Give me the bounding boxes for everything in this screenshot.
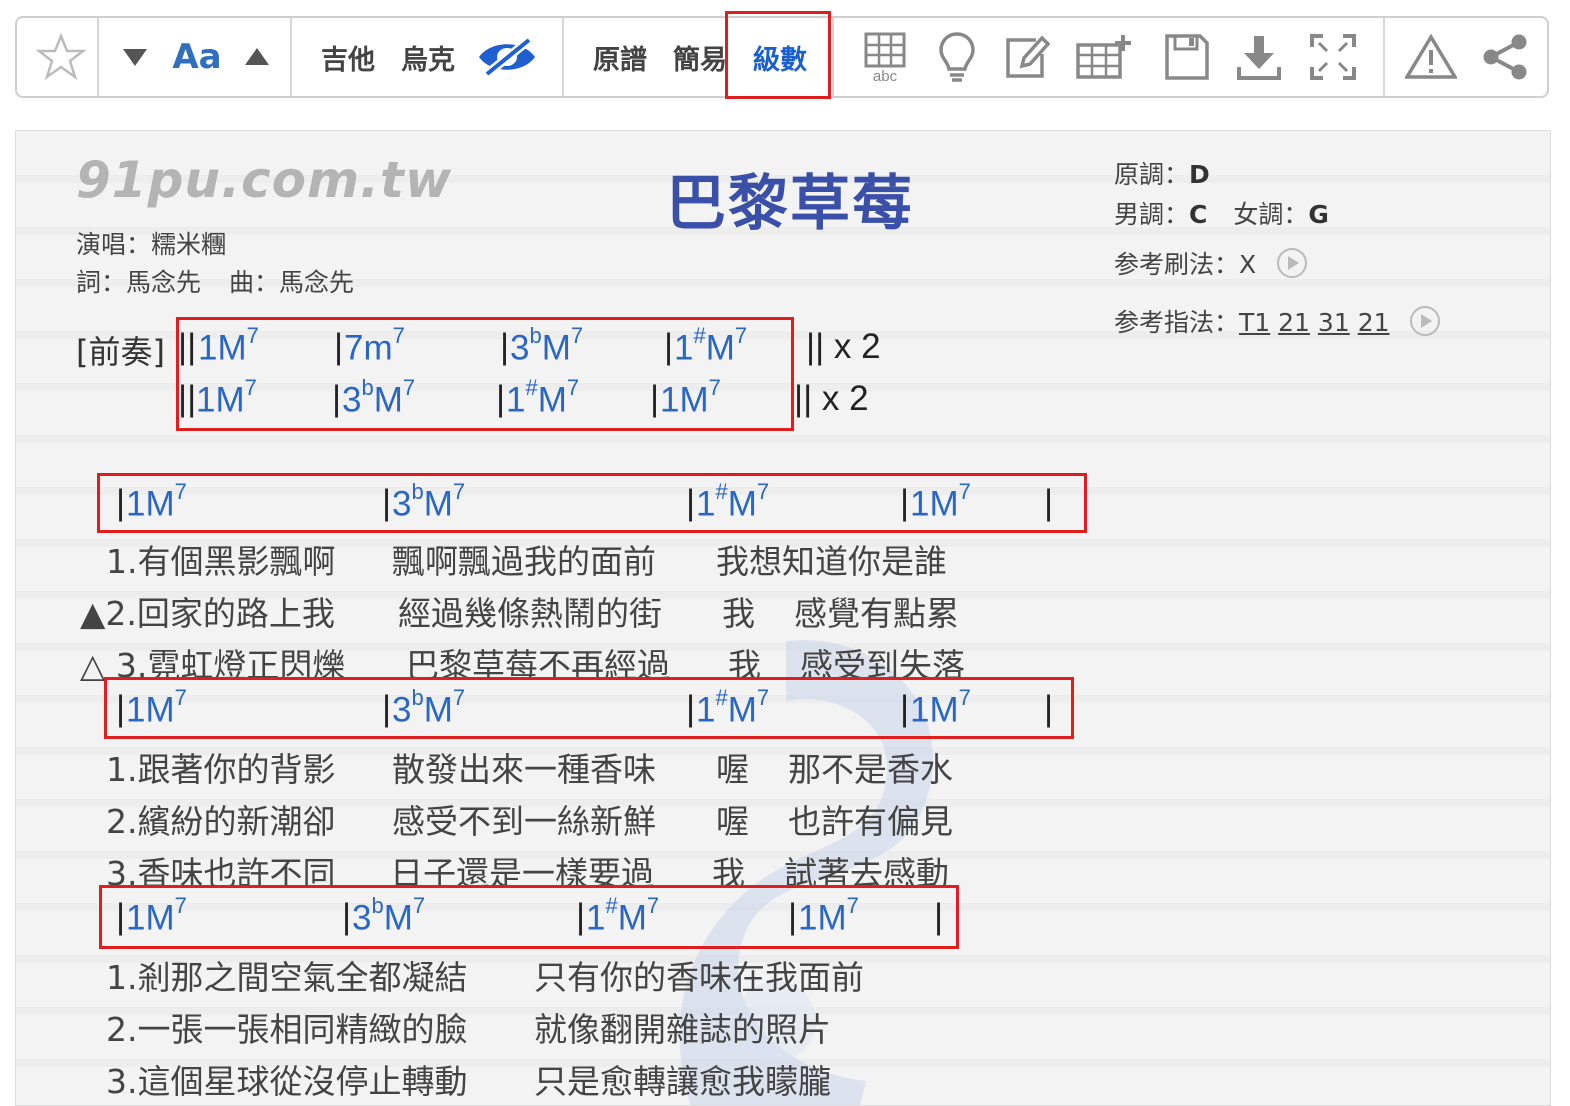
pick-4: 21 [1357,308,1390,337]
strum-value: X [1239,250,1257,279]
lyric: 感受不到一絲新鮮 [392,802,656,841]
picking-pattern: 参考指法：T1 21 31 21 [1114,303,1441,343]
credits-line: 詞：馬念先 曲：馬念先 [76,263,354,299]
pick-3: 31 [1317,308,1350,337]
download-icon [1237,36,1281,80]
lyric: 那不是香水 [788,750,953,789]
save-button[interactable] [1157,18,1217,96]
sheet: 91pu.com.tw 巴黎草莓 演唱：糯米糰 詞：馬念先 曲：馬念先 原調：D… [15,130,1551,1106]
table-plus-icon [1076,35,1131,79]
eye-slash-icon [479,36,535,78]
warning-icon [1405,34,1457,79]
highlight-box [725,11,831,99]
lyric: 我 [722,594,755,633]
add-table-button[interactable] [1071,18,1135,96]
lyric: 就像翻開雜誌的照片 [534,1010,831,1049]
hide-chords-button[interactable] [472,18,542,96]
pick-2: 21 [1278,308,1310,337]
orig-key-label: 原調： [1114,160,1190,189]
highlight-box [99,885,959,949]
share-icon [1483,34,1527,80]
report-button[interactable] [1399,18,1463,96]
male-key-label: 男調： [1114,200,1190,229]
lyric: 喔 [716,802,749,841]
repeat-mark: || x 2 [806,327,881,366]
edit-button[interactable] [997,18,1057,96]
font-size-label: Aa [172,37,222,77]
lyric: 1.有個黑影飄啊 [106,542,336,581]
lyric: 1.剎那之間空氣全都凝結 [106,958,468,997]
lyric: 喔 [716,750,749,789]
svg-text:abc: abc [873,68,898,83]
tips-button[interactable] [927,18,987,96]
favorite-button[interactable] [25,18,97,96]
triangle-up-icon [245,48,269,65]
ukulele-tab[interactable]: 烏克 [393,18,463,96]
female-key-value: G [1308,200,1329,229]
fullscreen-icon [1310,34,1356,80]
toolbar: Aa 吉他 烏克 原譜 簡易 級數 abc [15,11,1549,99]
lyric: 3.這個星球從沒停止轉動 [106,1062,468,1101]
pick-1: T1 [1239,308,1271,337]
composer-label: 曲： [228,268,279,297]
font-larger-button[interactable] [237,18,277,96]
edit-icon [1006,35,1051,78]
lyric: 只有你的香味在我面前 [534,958,864,997]
play-icon [1410,306,1441,336]
lyric: 散發出來一種香味 [392,750,656,789]
triangle-down-icon [123,49,147,66]
lyric: 也許有偏見 [788,802,953,841]
singer-name: 糯米糰 [151,230,227,259]
original-key: 原調：D [1114,155,1210,191]
grid-abc-icon: abc [864,32,906,83]
male-key-value: C [1189,200,1208,229]
lyric: 1.跟著你的背影 [106,750,336,789]
singer-line: 演唱：糯米糰 [76,225,226,261]
strum-label: 参考刷法： [1114,250,1240,279]
lyric: 感覺有點累 [794,594,959,633]
lyric: 只是愈轉讓愈我矇朧 [534,1062,831,1101]
guitar-tab[interactable]: 吉他 [313,18,383,96]
chord-chart-button[interactable]: abc [855,18,915,96]
play-icon [1277,248,1308,278]
highlight-box [176,317,794,431]
lyric: 飄啊飄過我的面前 [392,542,656,581]
singer-label: 演唱： [76,230,152,259]
save-icon [1165,34,1209,80]
lyric: ▲2.回家的路上我 [80,594,335,633]
intro-label: [前奏] [76,333,165,371]
strum-play-button[interactable] [1276,247,1308,285]
lyricist-label: 詞： [76,268,127,297]
site-logo-text: 91pu.com.tw [76,151,453,209]
share-button[interactable] [1473,18,1537,96]
song-title: 巴黎草莓 [666,169,914,239]
original-notation-tab[interactable]: 原譜 [585,18,655,96]
lyric: 2.繽紛的新潮卻 [106,802,336,841]
lightbulb-icon [939,32,975,82]
female-key-label: 女調： [1233,200,1309,229]
pick-label: 参考指法： [1114,308,1240,337]
orig-key-value: D [1189,160,1210,189]
star-icon [36,32,86,81]
lyricist-name: 馬念先 [126,268,202,297]
repeat-mark: || x 2 [794,379,869,418]
download-button[interactable] [1229,18,1289,96]
lyric: 2.一張一張相同精緻的臉 [106,1010,468,1049]
lyric: 經過幾條熱鬧的街 [398,594,662,633]
lyric: 我想知道你是誰 [716,542,947,581]
strum-pattern: 参考刷法：X [1114,245,1308,285]
gender-keys: 男調：C 女調：G [1114,195,1329,231]
fullscreen-button[interactable] [1303,18,1363,96]
highlight-box [97,473,1087,533]
pick-play-button[interactable] [1409,305,1441,343]
font-smaller-button[interactable] [115,18,155,96]
composer-name: 馬念先 [279,268,355,297]
highlight-box [104,677,1074,739]
